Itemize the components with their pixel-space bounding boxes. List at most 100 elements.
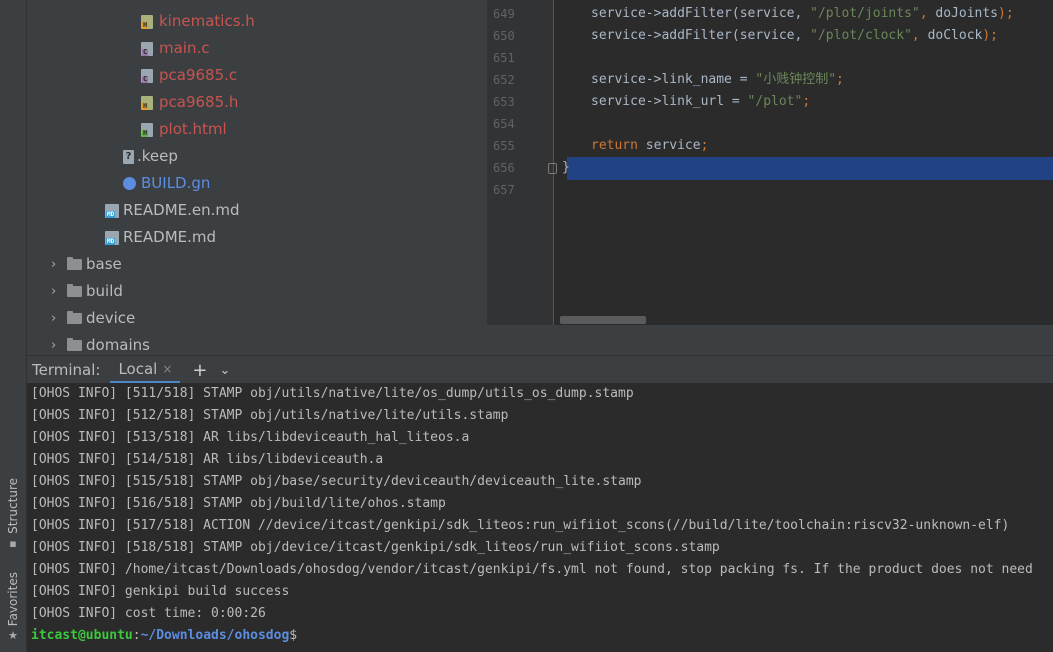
tree-item-label: pca9685.c <box>159 66 238 84</box>
code-token: ; <box>836 72 844 87</box>
code-line[interactable]: 657 <box>487 179 1053 201</box>
terminal-line: [OHOS INFO] [517/518] ACTION //device/it… <box>31 518 1010 533</box>
code-line[interactable]: 649 service->addFilter(service, "/plot/jo… <box>487 3 1053 25</box>
terminal-line: [OHOS INFO] /home/itcast/Downloads/ohosd… <box>31 562 1033 577</box>
tree-item-label: base <box>86 255 122 273</box>
line-number: 656 <box>493 161 515 175</box>
terminal-line: [OHOS INFO] cost time: 0:00:26 <box>31 606 266 621</box>
left-tool-strip: Structure ▪ Favorites ★ <box>0 0 27 652</box>
tree-folder-build[interactable]: › build <box>51 278 123 305</box>
tree-item-pca9685-h[interactable]: H pca9685.h <box>141 89 238 116</box>
code-token: "/plot/clock" <box>810 28 912 43</box>
tree-folder-domains[interactable]: › domains <box>51 332 150 355</box>
tree-item-plot-html[interactable]: H plot.html <box>141 116 227 143</box>
tree-folder-device[interactable]: › device <box>51 305 135 332</box>
code-line[interactable]: 654 <box>487 113 1053 135</box>
code-token: service->link_url = <box>591 94 748 109</box>
tree-item-label: BUILD.gn <box>141 174 211 192</box>
code-line[interactable]: 656} <box>487 157 1053 179</box>
code-token: doClock <box>927 28 983 43</box>
tree-item-pca9685-c[interactable]: C pca9685.c <box>141 62 237 89</box>
terminal-line: [OHOS INFO] [512/518] STAMP obj/utils/na… <box>31 408 509 423</box>
star-icon: ★ <box>8 629 18 643</box>
folder-icon <box>67 338 82 351</box>
terminal-output[interactable]: [OHOS INFO] [511/518] STAMP obj/utils/na… <box>27 383 1053 652</box>
favorites-tab[interactable]: Favorites ★ <box>3 572 23 642</box>
folder-icon <box>67 257 82 270</box>
tree-item-label: README.md <box>123 228 217 246</box>
tab-local-label: Local <box>118 359 158 378</box>
editor-bottom-panel <box>487 325 1053 355</box>
terminal-line: [OHOS INFO] [515/518] STAMP obj/base/sec… <box>31 474 642 489</box>
code-line[interactable]: 653 service->link_url = "/plot"; <box>487 91 1053 113</box>
chevron-right-icon[interactable]: › <box>51 278 67 305</box>
tree-item-keep[interactable]: ? .keep <box>123 143 178 170</box>
tree-item-label: device <box>86 309 136 327</box>
structure-icon: ▪ <box>9 536 17 550</box>
code-text: } <box>562 157 570 179</box>
code-line[interactable]: 651 <box>487 47 1053 69</box>
prompt-separator: : <box>132 628 141 643</box>
chevron-down-icon[interactable]: ⌄ <box>220 363 231 378</box>
prompt-symbol: $ <box>289 628 298 643</box>
code-text: service->addFilter(service, "/plot/joint… <box>591 3 1014 25</box>
line-number: 657 <box>493 183 515 197</box>
terminal-line: [OHOS INFO] [513/518] AR libs/libdevicea… <box>31 430 470 445</box>
chevron-right-icon[interactable]: › <box>51 332 67 355</box>
folder-icon <box>67 284 82 297</box>
chevron-right-icon[interactable]: › <box>51 251 67 278</box>
tree-item-main-c[interactable]: C main.c <box>141 35 210 62</box>
terminal-line: [OHOS INFO] genkipi build success <box>31 584 290 599</box>
code-token: , <box>911 28 928 43</box>
code-token: service->link_name = <box>591 72 756 87</box>
fold-marker-icon[interactable] <box>548 163 557 174</box>
tree-item-kinematics-h[interactable]: H kinematics.h <box>141 8 255 35</box>
code-line[interactable]: 655 return service; <box>487 135 1053 157</box>
close-icon[interactable]: × <box>162 354 172 384</box>
chevron-right-icon[interactable]: › <box>51 305 67 332</box>
code-token: "/plot/joints" <box>810 6 920 21</box>
code-token: "/plot" <box>747 94 803 109</box>
html-file-icon: H <box>141 122 153 137</box>
code-line[interactable]: 652 service->link_name = "小贱钟控制"; <box>487 69 1053 91</box>
terminal-line: [OHOS INFO] [516/518] STAMP obj/build/li… <box>31 496 446 511</box>
markdown-file-icon: MD <box>105 230 119 245</box>
code-token: service->addFilter(service, <box>591 28 811 43</box>
structure-tab[interactable]: Structure ▪ <box>3 478 23 550</box>
code-token: service->addFilter(service, <box>591 6 811 21</box>
prompt-user-host: itcast@ubuntu <box>31 628 133 643</box>
prompt-path: ~/Downloads/ohosdog <box>140 628 290 643</box>
tree-item-partial <box>141 0 159 5</box>
code-token: , <box>919 6 936 21</box>
code-text: service->link_url = "/plot"; <box>591 91 810 113</box>
horizontal-scrollbar[interactable] <box>560 316 646 324</box>
tree-item-label: pca9685.h <box>159 93 239 111</box>
code-token: service <box>645 138 701 153</box>
code-text: return service; <box>591 135 708 157</box>
tree-item-build-gn[interactable]: BUILD.gn <box>123 170 210 197</box>
code-text: service->addFilter(service, "/plot/clock… <box>591 25 998 47</box>
line-number: 655 <box>493 139 515 153</box>
terminal-prompt[interactable]: itcast@ubuntu:~/Downloads/ohosdog$ <box>31 625 297 647</box>
tree-item-readme-en-md[interactable]: MD README.en.md <box>105 197 240 224</box>
tree-item-label: plot.html <box>159 120 227 138</box>
line-number: 651 <box>493 51 515 65</box>
project-tree: H kinematics.h C main.c C pca9685.c H pc… <box>27 0 487 355</box>
tree-item-readme-md[interactable]: MD README.md <box>105 224 216 251</box>
new-tab-icon[interactable]: + <box>192 360 207 381</box>
tab-local[interactable]: Local × <box>110 354 181 384</box>
tree-item-label: README.en.md <box>123 201 240 219</box>
markdown-file-icon: MD <box>105 203 119 218</box>
code-line[interactable]: 650 service->addFilter(service, "/plot/cl… <box>487 25 1053 47</box>
header-file-icon: H <box>141 95 153 110</box>
code-token: ; <box>802 94 811 109</box>
code-token: "小贱钟控制" <box>755 72 837 87</box>
code-token: } <box>562 160 570 175</box>
tree-folder-base[interactable]: › base <box>51 251 122 278</box>
favorites-tab-label: Favorites <box>6 572 20 627</box>
code-editor[interactable]: 649 service->addFilter(service, "/plot/jo… <box>487 0 1053 355</box>
tree-item-label: build <box>86 282 123 300</box>
tree-item-label: kinematics.h <box>159 12 255 30</box>
line-number: 653 <box>493 95 515 109</box>
terminal-toolbar: Terminal: Local × + ⌄ <box>27 355 1053 384</box>
